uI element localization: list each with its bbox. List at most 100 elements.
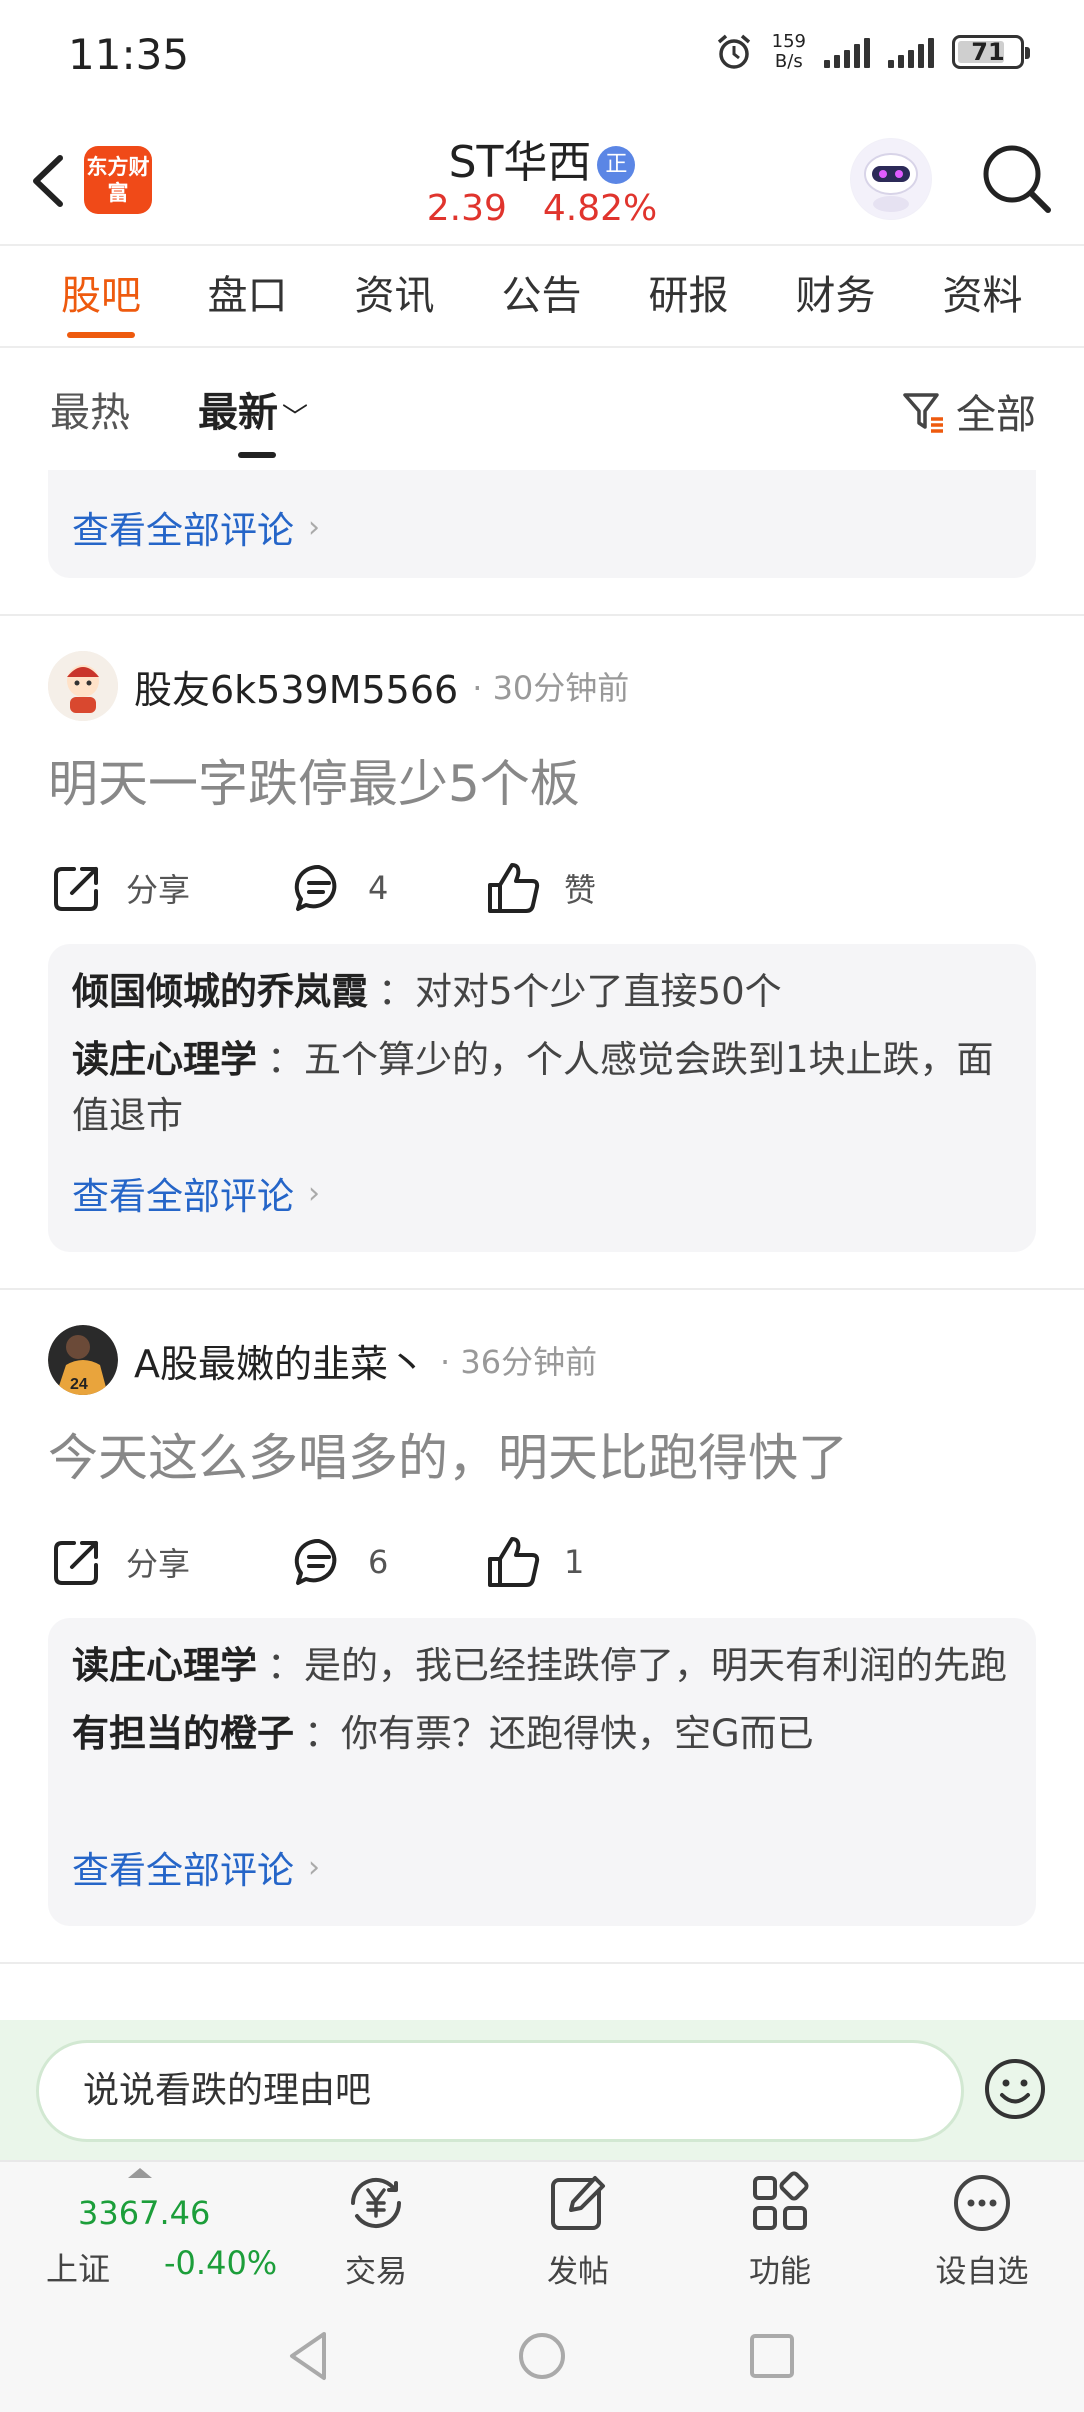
comment-count: 4 bbox=[368, 869, 389, 907]
like-count: 赞 bbox=[564, 871, 597, 909]
index-change: -0.40% bbox=[164, 2244, 278, 2282]
reply-box: 读庄心理学 ：是的，我已经挂跌停了，明天有利润的先跑 有担当的橙子 ：你有票？还跑得… bbox=[48, 1618, 1036, 1926]
reply-user[interactable]: 读庄心理学 bbox=[72, 1644, 257, 1687]
post-content[interactable]: 明天一字跌停最少5个板 bbox=[48, 744, 580, 816]
username[interactable]: 股友6k539M5566 bbox=[134, 659, 458, 714]
search-icon[interactable] bbox=[978, 140, 1054, 216]
comment-input[interactable]: 说说看跌的理由吧 bbox=[36, 2040, 964, 2142]
nav-label: 发帖 bbox=[547, 2254, 609, 2290]
chevron-down-icon: ﹀ bbox=[282, 403, 309, 433]
comment-button[interactable]: 4 bbox=[292, 858, 388, 918]
chevron-right-icon: › bbox=[308, 1175, 320, 1211]
tab-guba[interactable]: 股吧 bbox=[28, 246, 174, 346]
post-actions: 分享 4 赞 bbox=[48, 858, 1036, 918]
alarm-icon bbox=[717, 34, 750, 69]
reply-user[interactable]: 有担当的橙子 bbox=[72, 1712, 294, 1755]
nav-post[interactable]: 发帖 bbox=[508, 2170, 648, 2294]
view-all-comments[interactable]: 查看全部评论 › bbox=[72, 1166, 320, 1220]
index-value: 3367.46 bbox=[78, 2194, 211, 2232]
nav-label: 设自选 bbox=[935, 2254, 1029, 2290]
like-button[interactable]: 1 bbox=[486, 1532, 584, 1592]
main-tabs: 股吧 盘口 资讯 公告 研报 财务 资料 bbox=[0, 246, 1084, 346]
post-card[interactable]: 股友6k539M5566 · 30分钟前 明天一字跌停最少5个板 分享 4 赞 bbox=[0, 650, 1084, 1290]
grid-apps-icon bbox=[753, 2171, 809, 2230]
system-nav-bar bbox=[0, 2296, 1084, 2412]
chevron-right-icon: › bbox=[308, 1849, 320, 1885]
signal-icon-2 bbox=[888, 36, 934, 68]
avatar[interactable]: 24 bbox=[48, 1325, 118, 1395]
bottom-nav: 3367.46 上证 -0.40% 交易 发帖 功能 设自选 bbox=[0, 2160, 1084, 2296]
status-icons: 159 B/s 71 bbox=[714, 31, 1030, 72]
reply-text: ：你有票？还跑得快，空G而已 bbox=[304, 1712, 814, 1755]
svg-text:24: 24 bbox=[70, 1376, 88, 1393]
view-all-comments[interactable]: 查看全部评论 › bbox=[72, 500, 320, 554]
nav-trade[interactable]: 交易 bbox=[306, 2170, 446, 2294]
tab-profile[interactable]: 资料 bbox=[909, 246, 1056, 346]
post-separator bbox=[0, 614, 1084, 616]
tab-announcements[interactable]: 公告 bbox=[468, 246, 615, 346]
battery-icon: 71 bbox=[952, 35, 1030, 69]
comment-button[interactable]: 6 bbox=[292, 1532, 388, 1592]
filter-label: 全部 bbox=[956, 392, 1036, 438]
nav-add-watchlist[interactable]: 设自选 bbox=[912, 2170, 1052, 2294]
edit-post-icon bbox=[551, 2176, 605, 2230]
system-recents-icon[interactable] bbox=[742, 2326, 802, 2386]
post-separator bbox=[0, 1962, 1084, 1964]
more-dots-icon bbox=[954, 2175, 1010, 2231]
share-label: 分享 bbox=[126, 871, 191, 909]
reply-user[interactable]: 倾国倾城的乔岚霞 bbox=[72, 970, 368, 1013]
nav-label: 功能 bbox=[749, 2254, 811, 2290]
post-card[interactable]: 24 A股最嫩的韭菜丶 · 36分钟前 今天这么多唱多的，明天比跑得快了 分享 … bbox=[0, 1324, 1084, 1964]
comment-count: 6 bbox=[368, 1543, 389, 1581]
like-button[interactable]: 赞 bbox=[486, 858, 596, 918]
share-button[interactable]: 分享 bbox=[50, 1532, 190, 1592]
like-count: 1 bbox=[564, 1543, 585, 1581]
stock-header: 东方财富 ST华西正 2.39 4.82% bbox=[0, 118, 1084, 244]
system-back-icon[interactable] bbox=[280, 2326, 340, 2386]
reply-item[interactable]: 读庄心理学 ：五个算少的，个人感觉会跌到1块止跌，面值退市 bbox=[72, 1032, 1012, 1144]
caret-up-icon bbox=[128, 2168, 152, 2178]
thumbs-up-icon bbox=[488, 863, 540, 913]
tab-research[interactable]: 研报 bbox=[615, 246, 762, 346]
filter-button[interactable]: 全部 bbox=[900, 382, 1036, 440]
sort-bar: 最热 最新 ﹀ 全部 bbox=[0, 350, 1084, 460]
share-icon bbox=[54, 1541, 98, 1585]
avatar[interactable] bbox=[48, 651, 118, 721]
tab-pankou[interactable]: 盘口 bbox=[174, 246, 321, 346]
tab-news[interactable]: 资讯 bbox=[321, 246, 468, 346]
share-button[interactable]: 分享 bbox=[50, 858, 190, 918]
post-separator bbox=[0, 1288, 1084, 1290]
post-content[interactable]: 今天这么多唱多的，明天比跑得快了 bbox=[48, 1418, 848, 1490]
view-all-comments[interactable]: 查看全部评论 › bbox=[72, 1840, 320, 1894]
post-actions: 分享 6 1 bbox=[48, 1532, 1036, 1592]
chevron-right-icon: › bbox=[308, 509, 320, 545]
market-index[interactable]: 3367.46 上证 -0.40% bbox=[40, 2162, 280, 2298]
tab-finance[interactable]: 财务 bbox=[762, 246, 909, 346]
reply-item[interactable]: 读庄心理学 ：是的，我已经挂跌停了，明天有利润的先跑 bbox=[72, 1638, 1012, 1694]
reply-box: 倾国倾城的乔岚霞 ：对对5个少了直接50个 读庄心理学 ：五个算少的，个人感觉会跌到… bbox=[48, 944, 1036, 1252]
robot-assistant-icon[interactable] bbox=[850, 138, 932, 220]
emoji-icon[interactable] bbox=[982, 2056, 1048, 2122]
reply-text: ：对对5个少了直接50个 bbox=[378, 970, 782, 1013]
net-speed: 159 B/s bbox=[771, 31, 806, 72]
reply-item[interactable]: 有担当的橙子 ：你有票？还跑得快，空G而已 bbox=[72, 1706, 1012, 1762]
stock-price: 2.39 bbox=[426, 188, 507, 229]
post-header: 24 A股最嫩的韭菜丶 · 36分钟前 bbox=[48, 1324, 597, 1396]
post-time: · 36分钟前 bbox=[440, 1343, 598, 1381]
reply-text: ：是的，我已经挂跌停了，明天有利润的先跑 bbox=[267, 1644, 1007, 1687]
comment-input-bar: 说说看跌的理由吧 bbox=[0, 2020, 1084, 2160]
sort-hot[interactable]: 最热 bbox=[50, 380, 130, 438]
sort-new[interactable]: 最新 ﹀ bbox=[198, 380, 308, 438]
post-time: · 30分钟前 bbox=[472, 669, 630, 707]
status-time: 11:35 bbox=[68, 30, 190, 79]
system-home-icon[interactable] bbox=[512, 2326, 572, 2386]
yuan-exchange-icon bbox=[350, 2177, 402, 2229]
share-label: 分享 bbox=[126, 1545, 191, 1583]
sort-indicator bbox=[238, 452, 276, 458]
username[interactable]: A股最嫩的韭菜丶 bbox=[134, 1333, 426, 1388]
nav-functions[interactable]: 功能 bbox=[710, 2170, 850, 2294]
reply-item[interactable]: 倾国倾城的乔岚霞 ：对对5个少了直接50个 bbox=[72, 964, 1012, 1020]
reply-user[interactable]: 读庄心理学 bbox=[72, 1038, 257, 1081]
stock-change: 4.82% bbox=[542, 188, 658, 229]
stock-name: ST华西 bbox=[448, 137, 592, 188]
